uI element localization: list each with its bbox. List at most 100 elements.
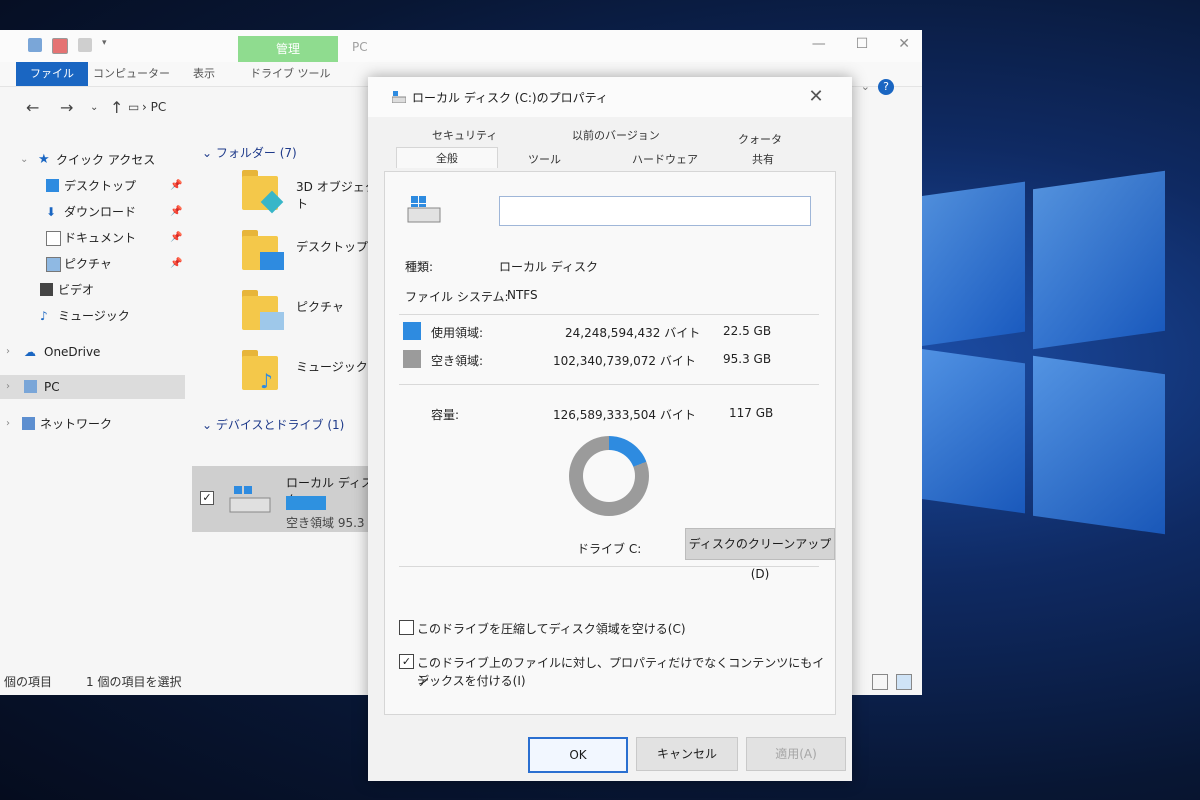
dialog-title-bar: ローカル ディスク (C:)のプロパティ ✕	[368, 77, 852, 117]
sidebar-item-downloads[interactable]: ⬇ ダウンロード 📌	[0, 200, 185, 224]
type-value: ローカル ディスク	[499, 260, 598, 274]
chevron-down-icon[interactable]: ▾	[102, 38, 110, 52]
close-icon[interactable]: ✕	[898, 36, 910, 52]
tab-computer[interactable]: コンピューター	[93, 62, 170, 86]
compress-drive-checkbox[interactable]	[399, 620, 414, 635]
filesystem-label: ファイル システム:	[405, 290, 509, 304]
tab-file[interactable]: ファイル	[16, 62, 88, 86]
large-icons-view-icon[interactable]	[896, 674, 912, 690]
folder-label[interactable]: ミュージック	[296, 358, 368, 375]
chevron-down-icon[interactable]: ⌄	[90, 102, 98, 113]
disk-cleanup-button[interactable]: ディスクのクリーンアップ(D)	[685, 528, 835, 581]
tab-hardware[interactable]: ハードウェア	[632, 151, 698, 167]
pin-icon[interactable]: 📌	[170, 200, 182, 224]
capacity-label: 容量:	[431, 408, 460, 422]
chevron-right-icon[interactable]: ›	[6, 375, 19, 392]
star-icon: ★	[38, 152, 50, 167]
minimize-icon[interactable]: —	[812, 36, 826, 52]
sidebar-item-label: OneDrive	[44, 345, 101, 359]
divider	[399, 384, 819, 385]
drive-label-input[interactable]	[499, 196, 811, 226]
divider	[399, 314, 819, 315]
properties-icon[interactable]	[52, 38, 68, 54]
tab-sharing[interactable]: 共有	[752, 151, 774, 167]
details-view-icon[interactable]	[872, 674, 888, 690]
sidebar-item-label: PC	[44, 380, 60, 394]
breadcrumb-pc[interactable]: PC	[151, 100, 167, 114]
sidebar-item-music[interactable]: ♪ ミュージック	[0, 304, 185, 328]
maximize-icon[interactable]: ☐	[856, 36, 869, 52]
sidebar-item-quick-access[interactable]: ⌄ ★ クイック アクセス	[0, 148, 185, 172]
tab-previous-versions[interactable]: 以前のバージョン	[572, 127, 660, 143]
video-icon	[40, 283, 53, 296]
compress-drive-label[interactable]: このドライブを圧縮してディスク領域を空ける(C)	[417, 620, 686, 637]
sidebar-item-pictures[interactable]: ピクチャ 📌	[0, 252, 185, 276]
pc-icon[interactable]	[28, 38, 42, 52]
tab-security[interactable]: セキュリティ	[432, 127, 497, 143]
chevron-right-icon[interactable]: ›	[6, 340, 19, 357]
type-label: 種類:	[405, 260, 434, 274]
sidebar-item-onedrive[interactable]: › ☁ OneDrive	[0, 340, 185, 364]
tab-view[interactable]: 表示	[193, 62, 215, 86]
pc-icon	[24, 380, 37, 393]
new-folder-icon[interactable]	[78, 38, 92, 52]
tab-drive-tools[interactable]: ドライブ ツール	[250, 62, 331, 86]
general-tab-panel: 種類: ローカル ディスク ファイル システム: NTFS 使用領域: 24,2…	[384, 171, 836, 715]
sidebar-item-label: ダウンロード	[64, 205, 137, 219]
drive-letter-label: ドライブ C:	[577, 542, 642, 556]
sidebar-item-documents[interactable]: ドキュメント 📌	[0, 226, 185, 250]
sidebar-item-network[interactable]: › ネットワーク	[0, 412, 185, 436]
forward-arrow-icon[interactable]: →	[60, 98, 73, 117]
folder-music-icon[interactable]: ♪	[242, 350, 286, 392]
network-icon	[22, 417, 35, 430]
pin-icon[interactable]: 📌	[170, 174, 182, 198]
content-pane: ⌄ フォルダー (7) 3D オブジェクト デスクトップ ピクチャ ♪ ミュージ…	[190, 130, 382, 670]
breadcrumb[interactable]: › PC	[142, 100, 166, 114]
folder-pictures-icon[interactable]	[242, 290, 286, 332]
devices-group-header[interactable]: ⌄ デバイスとドライブ (1)	[202, 416, 344, 433]
folders-group-header[interactable]: ⌄ フォルダー (7)	[202, 144, 297, 161]
chevron-right-icon[interactable]: ›	[6, 412, 19, 429]
view-toggle	[872, 674, 912, 690]
used-space-label: 使用領域:	[431, 326, 484, 340]
capacity-bytes: 126,589,333,504 バイト	[553, 408, 696, 422]
pin-icon[interactable]: 📌	[170, 252, 182, 276]
quick-access-toolbar: ▾	[28, 38, 110, 54]
drive-item-local-disk[interactable]: ✓ ローカル ディスク 空き領域 95.3	[192, 466, 382, 532]
tab-manage[interactable]: 管理	[238, 36, 338, 62]
close-icon[interactable]: ✕	[804, 85, 828, 109]
cancel-button[interactable]: キャンセル	[636, 737, 738, 771]
used-space-size: 22.5 GB	[723, 324, 772, 338]
tab-general[interactable]: 全般	[396, 147, 498, 168]
free-space-size: 95.3 GB	[723, 352, 772, 366]
folder-label[interactable]: ピクチャ	[296, 298, 344, 315]
disk-usage-donut-chart	[569, 436, 649, 516]
chevron-down-icon[interactable]: ⌄	[20, 148, 33, 165]
sidebar-item-videos[interactable]: ビデオ	[0, 278, 185, 302]
drive-select-checkbox[interactable]: ✓	[200, 491, 214, 505]
drive-icon	[392, 91, 406, 103]
used-space-bytes: 24,248,594,432 バイト	[565, 326, 701, 340]
tab-quota[interactable]: クォータ	[738, 131, 782, 147]
index-contents-checkbox[interactable]: ✓	[399, 654, 414, 669]
ok-button[interactable]: OK	[528, 737, 628, 773]
windows-logo	[905, 150, 1165, 570]
folder-label[interactable]: デスクトップ	[296, 238, 368, 255]
dialog-tabs: セキュリティ 以前のバージョン クォータ 全般 ツール ハードウェア 共有	[384, 121, 836, 171]
free-space-bytes: 102,340,739,072 バイト	[553, 354, 696, 368]
sidebar-item-pc[interactable]: › PC	[0, 375, 185, 399]
sidebar-item-desktop[interactable]: デスクトップ 📌	[0, 174, 185, 198]
tab-tools[interactable]: ツール	[528, 151, 561, 167]
index-contents-label-cont[interactable]: デックスを付ける(I)	[417, 672, 526, 689]
apply-button[interactable]: 適用(A)	[746, 737, 846, 771]
folder-desktop-icon[interactable]	[242, 230, 286, 272]
used-space-swatch	[403, 322, 421, 340]
back-arrow-icon[interactable]: ←	[26, 98, 39, 117]
dialog-title: ローカル ディスク (C:)のプロパティ	[412, 91, 608, 105]
folder-3d-objects-icon[interactable]	[242, 170, 286, 214]
drive-free-space: 空き領域 95.3	[286, 516, 365, 530]
pin-icon[interactable]: 📌	[170, 226, 182, 250]
drive-properties-dialog: ローカル ディスク (C:)のプロパティ ✕ セキュリティ 以前のバージョン ク…	[368, 77, 852, 781]
up-arrow-icon[interactable]: ↑	[110, 98, 123, 117]
window-title: PC	[352, 40, 368, 54]
